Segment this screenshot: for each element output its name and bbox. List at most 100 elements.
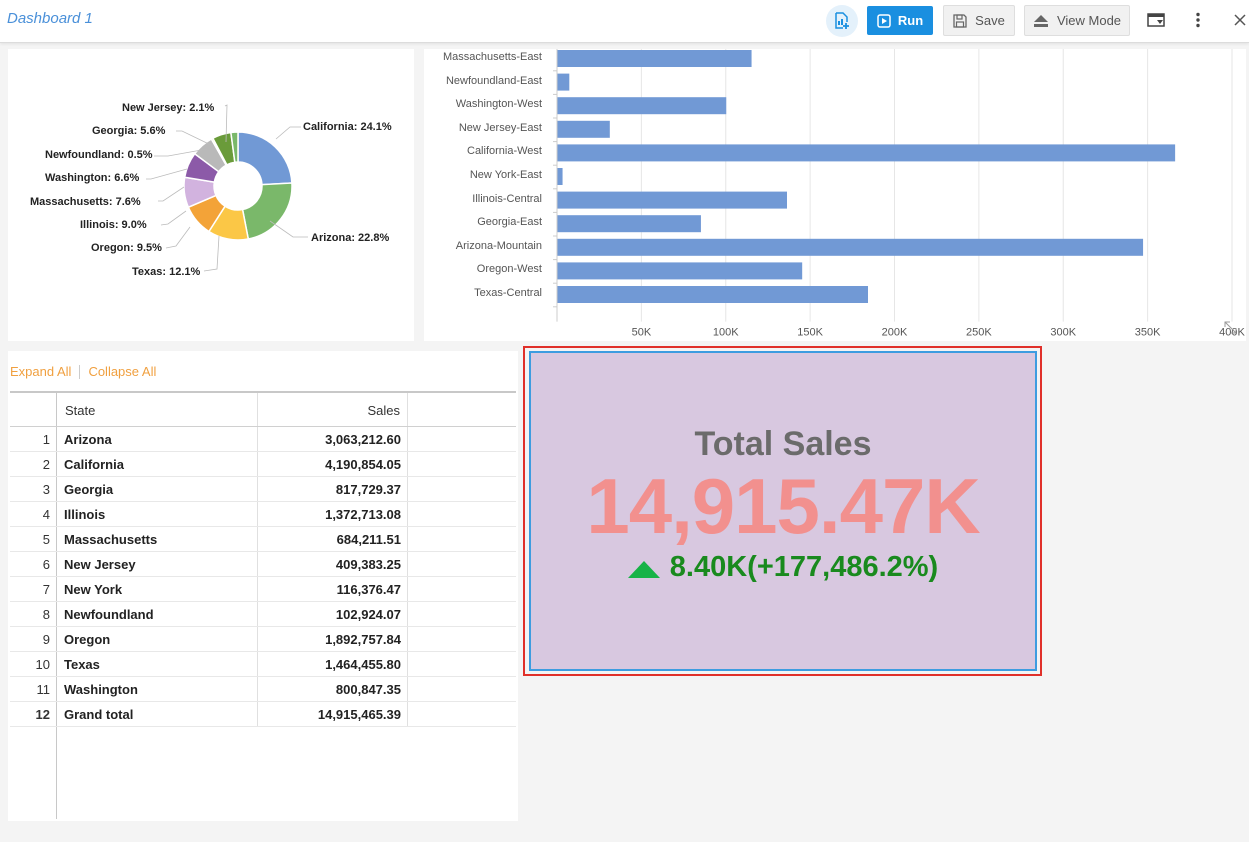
state-cell: Grand total: [64, 707, 134, 722]
sales-cell: 1,892,757.84: [325, 632, 401, 647]
row-number: 5: [42, 532, 50, 547]
pie-slice[interactable]: [237, 131, 293, 186]
bar[interactable]: [557, 97, 727, 115]
run-button[interactable]: Run: [867, 6, 933, 35]
bar-category-label: Newfoundland-East: [445, 74, 542, 87]
close-button[interactable]: [1229, 9, 1249, 31]
table-row[interactable]: 10 Texas 1,464,455.80: [10, 652, 516, 677]
sales-cell: 116,376.47: [336, 582, 401, 597]
bar-category-label: Washington-West: [455, 98, 542, 111]
filter-panel-button[interactable]: [1145, 9, 1167, 31]
sales-cell: 817,729.37: [335, 482, 401, 497]
kpi-delta-row: 8.40K(+177,486.2%): [531, 551, 1035, 584]
sales-cell: 1,464,455.80: [325, 657, 401, 672]
view-mode-button[interactable]: View Mode: [1024, 5, 1130, 36]
kpi-delta: 8.40K(+177,486.2%): [669, 551, 939, 583]
bar[interactable]: [557, 144, 1176, 162]
state-cell: Arizona: [64, 432, 112, 447]
collapse-all-link[interactable]: Collapse All: [88, 364, 156, 379]
bar-category-label: Illinois-Central: [472, 192, 542, 205]
x-tick-label: 100K: [713, 327, 739, 339]
state-cell: California: [64, 457, 124, 472]
x-tick-label: 250K: [966, 327, 992, 339]
row-number: 4: [42, 507, 50, 522]
expand-collapse-bar: Expand All Collapse All: [10, 364, 156, 379]
table-row[interactable]: 6 New Jersey 409,383.25: [10, 552, 516, 577]
bar-category-label: California-West: [467, 145, 542, 158]
pie-label-washington: Washington: 6.6%: [45, 172, 140, 184]
sales-cell: 3,063,212.60: [325, 432, 401, 447]
bar-category-label: Texas-Central: [474, 287, 542, 299]
resize-handle-icon[interactable]: [1222, 319, 1240, 337]
dashboard-title[interactable]: Dashboard 1: [7, 10, 93, 27]
play-icon: [877, 13, 891, 28]
table-row[interactable]: 2 California 4,190,854.05: [10, 452, 516, 477]
sales-cell: 1,372,713.08: [325, 507, 401, 522]
expand-all-link[interactable]: Expand All: [10, 364, 71, 379]
table-row[interactable]: 8 Newfoundland 102,924.07: [10, 602, 516, 627]
close-icon: [1234, 14, 1246, 26]
kpi-title: Total Sales: [694, 425, 872, 463]
table-row[interactable]: 12 Grand total 14,915,465.39: [10, 702, 516, 727]
donut-chart: [146, 104, 308, 272]
pie-label-georgia: Georgia: 5.6%: [92, 125, 166, 137]
row-number: 1: [42, 432, 50, 447]
state-cell: New York: [64, 582, 123, 597]
column-header-state[interactable]: State: [65, 403, 95, 418]
bar-category-label: Arizona-Mountain: [455, 239, 542, 252]
x-tick-label: 50K: [632, 327, 652, 339]
table-row[interactable]: 5 Massachusetts 684,211.51: [10, 527, 516, 552]
bar-chart: 50K 100K 150K 200K 250K 300K 350K 400K: [553, 49, 1246, 339]
more-options-button[interactable]: [1187, 9, 1209, 31]
divider: [79, 364, 81, 379]
bar-category-label: Georgia-East: [477, 216, 542, 229]
state-cell: Newfoundland: [64, 607, 154, 622]
state-cell: Illinois: [64, 507, 106, 522]
bar[interactable]: [557, 191, 788, 209]
bar[interactable]: [557, 238, 1144, 256]
row-number: 7: [42, 582, 50, 597]
sales-cell: 409,383.25: [335, 557, 401, 572]
sales-table-panel[interactable]: Expand All Collapse All State Sales 1 Ari…: [8, 351, 518, 821]
eject-icon: [1033, 14, 1048, 27]
sales-cell: 800,847.35: [335, 682, 401, 697]
bar[interactable]: [557, 286, 869, 303]
bar-category-label: Oregon-West: [476, 263, 542, 276]
kpi-panel-selection[interactable]: Total Sales 14,915.47K 8.40K(+177,486.2%…: [523, 346, 1042, 676]
bar[interactable]: [557, 73, 570, 91]
table-row[interactable]: 7 New York 116,376.47: [10, 577, 516, 602]
table-row[interactable]: 11 Washington 800,847.35: [10, 677, 516, 702]
kpi-card[interactable]: Total Sales 14,915.47K 8.40K(+177,486.2%…: [529, 351, 1037, 671]
save-button[interactable]: Save: [943, 5, 1015, 36]
state-cell: Oregon: [64, 632, 111, 647]
sales-cell: 684,211.51: [336, 532, 401, 547]
table-row[interactable]: 1 Arizona 3,063,212.60: [10, 427, 516, 452]
bar[interactable]: [557, 215, 701, 233]
bar-chart-panel[interactable]: 50K 100K 150K 200K 250K 300K 350K 400K Massachu…: [424, 49, 1246, 341]
bar-category-label: New Jersey-East: [458, 121, 542, 134]
pie-label-newfoundland: Newfoundland: 0.5%: [45, 149, 153, 161]
add-visualization-button[interactable]: [826, 5, 858, 37]
add-chart-icon: [835, 12, 849, 29]
table-row[interactable]: 4 Illinois 1,372,713.08: [10, 502, 516, 527]
sales-cell: 14,915,465.39: [317, 707, 401, 722]
pie-chart-panel[interactable]: California: 24.1% Arizona: 22.8% Texas: …: [8, 49, 414, 341]
pie-label-arizona: Arizona: 22.8%: [311, 232, 390, 244]
view-mode-label: View Mode: [1056, 13, 1122, 28]
table-row[interactable]: 9 Oregon 1,892,757.84: [10, 627, 516, 652]
pie-label-oregon: Oregon: 9.5%: [91, 242, 162, 254]
top-toolbar: Dashboard 1 Run Save View Mode: [0, 0, 1249, 43]
column-header-sales[interactable]: Sales: [258, 403, 400, 418]
state-cell: Texas: [64, 657, 100, 672]
bar[interactable]: [557, 168, 563, 185]
save-icon: [953, 13, 967, 28]
bar[interactable]: [557, 262, 803, 280]
x-tick-label: 350K: [1135, 327, 1161, 339]
table-row[interactable]: 3 Georgia 817,729.37: [10, 477, 516, 502]
bar[interactable]: [557, 120, 610, 138]
bar[interactable]: [557, 50, 752, 67]
pie-slice[interactable]: [241, 182, 293, 240]
kebab-menu-icon: [1196, 12, 1200, 28]
sales-cell: 4,190,854.05: [325, 457, 401, 472]
pie-label-illinois: Illinois: 9.0%: [80, 219, 147, 231]
